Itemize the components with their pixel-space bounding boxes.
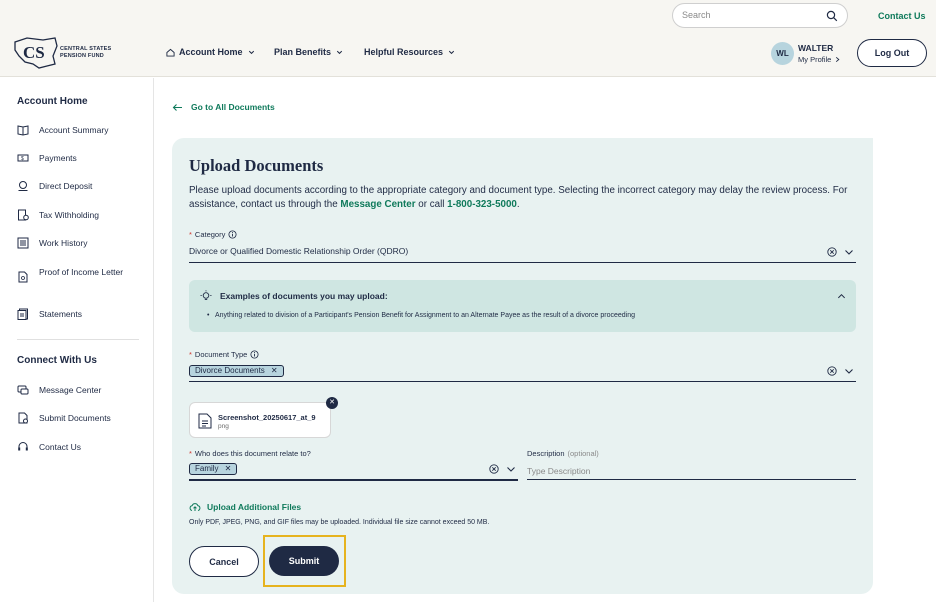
examples-item: Anything related to division of a Partic… [207, 312, 635, 319]
statements-icon [17, 308, 28, 320]
sidebar-item-work-history[interactable]: Work History [17, 237, 129, 250]
sidebar-item-contact-us[interactable]: Contact Us [17, 441, 129, 454]
chip-remove-icon[interactable]: ✕ [225, 464, 232, 474]
sidebar-heading-account-home: Account Home [17, 96, 88, 107]
document-type-label: * Document Type [189, 350, 259, 359]
home-icon [166, 48, 175, 57]
relate-label: * Who does this document relate to? [189, 449, 311, 458]
clear-icon[interactable] [489, 464, 499, 474]
sidebar-item-proof-of-income[interactable]: Proof of Income Letter [17, 266, 129, 283]
chevron-down-icon [248, 50, 254, 54]
relate-chip[interactable]: Family ✕ [189, 463, 238, 475]
sidebar-item-statements[interactable]: Statements [17, 308, 129, 321]
chevron-down-icon[interactable] [844, 247, 854, 257]
examples-panel: Examples of documents you may upload: An… [189, 280, 856, 332]
bank-icon [18, 181, 28, 191]
tax-icon [18, 209, 29, 221]
chevron-down-icon[interactable] [506, 464, 516, 474]
page-title: Upload Documents [189, 156, 324, 175]
log-out-button[interactable]: Log Out [857, 39, 927, 67]
chevron-up-icon[interactable] [837, 292, 846, 301]
sidebar-item-submit-documents[interactable]: Submit Documents [17, 412, 129, 425]
my-profile-link[interactable]: My Profile [798, 55, 841, 64]
book-icon [17, 125, 29, 136]
chevron-right-icon [836, 56, 840, 63]
avatar[interactable]: WL [771, 42, 794, 65]
cloud-upload-icon [189, 503, 201, 511]
chevron-down-icon [336, 50, 343, 54]
remove-file-icon[interactable]: ✕ [326, 397, 338, 409]
info-icon[interactable] [228, 230, 237, 239]
search-box[interactable] [672, 3, 848, 28]
list-icon [17, 237, 29, 249]
clear-icon[interactable] [827, 366, 837, 376]
sidebar-heading-connect: Connect With Us [17, 355, 97, 366]
document-icon [18, 271, 28, 283]
phone-link[interactable]: 1-800-323-5000 [447, 199, 517, 210]
svg-text:$: $ [21, 156, 24, 162]
upload-additional-files-link[interactable]: Upload Additional Files [189, 502, 301, 512]
file-extension: png [218, 423, 229, 430]
search-input[interactable] [682, 10, 822, 20]
description-label: Description (optional) [527, 449, 599, 458]
search-icon[interactable] [826, 10, 838, 22]
sidebar-item-payments[interactable]: $ Payments [17, 152, 129, 165]
sidebar-item-message-center[interactable]: Message Center [17, 384, 129, 397]
headset-icon [18, 442, 28, 451]
sidebar-divider [17, 339, 139, 340]
sidebar-item-tax-withholding[interactable]: Tax Withholding [17, 209, 129, 222]
file-icon [198, 413, 212, 429]
sidebar-item-direct-deposit[interactable]: Direct Deposit [17, 180, 129, 193]
header: Contact Us CS CENTRAL STATES PENSION FUN… [0, 0, 936, 77]
upload-note: Only PDF, JPEG, PNG, and GIF files may b… [189, 519, 490, 526]
uploaded-file-card: Screenshot_20250617_at_9 png ✕ [189, 397, 338, 438]
lightbulb-icon [200, 290, 212, 300]
contact-us-link[interactable]: Contact Us [878, 11, 926, 21]
go-to-all-documents-link[interactable]: Go to All Documents [172, 102, 275, 112]
clear-icon[interactable] [827, 247, 837, 257]
category-label: * Category [189, 230, 237, 239]
info-icon[interactable] [250, 350, 259, 359]
logo-text: CENTRAL STATES PENSION FUND [60, 46, 112, 59]
sidebar-item-account-summary[interactable]: Account Summary [17, 124, 129, 137]
sidebar: Account Home Account Summary $ Payments … [0, 78, 154, 602]
arrow-left-icon [172, 103, 182, 111]
nav-helpful-resources[interactable]: Helpful Resources [364, 47, 456, 57]
money-icon: $ [17, 154, 29, 162]
examples-title: Examples of documents you may upload: [220, 291, 388, 301]
message-center-link[interactable]: Message Center [340, 199, 415, 210]
category-value: Divorce or Qualified Domestic Relationsh… [189, 246, 409, 256]
chip-remove-icon[interactable]: ✕ [271, 366, 278, 376]
file-name: Screenshot_20250617_at_9 [218, 413, 316, 422]
nav-account-home[interactable]: Account Home [166, 47, 256, 57]
relate-select[interactable] [189, 462, 518, 481]
cancel-button[interactable]: Cancel [189, 546, 259, 577]
chevron-down-icon [448, 50, 455, 54]
description-input[interactable] [527, 463, 856, 480]
document-type-select[interactable] [189, 363, 856, 382]
submit-button[interactable]: Submit [269, 546, 339, 576]
upload-doc-icon [18, 412, 28, 424]
message-icon [17, 385, 29, 395]
document-type-chip[interactable]: Divorce Documents ✕ [189, 365, 284, 377]
nav-plan-benefits[interactable]: Plan Benefits [274, 47, 344, 57]
user-name: WALTER [798, 43, 834, 53]
svg-text:CS: CS [23, 43, 45, 62]
chevron-down-icon[interactable] [844, 366, 854, 376]
submit-highlight: Submit [263, 535, 346, 587]
page-description: Please upload documents according to the… [189, 185, 848, 210]
